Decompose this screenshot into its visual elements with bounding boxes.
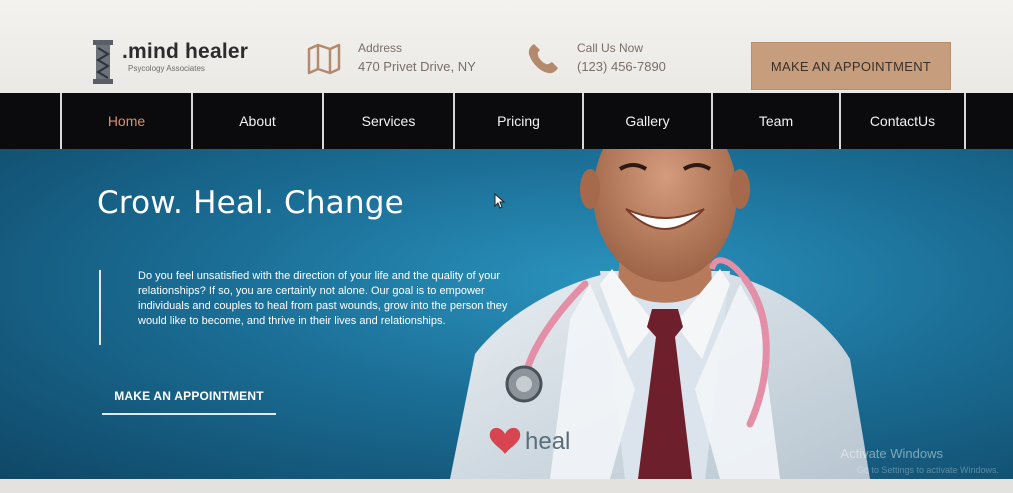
nav-divider [964,93,966,149]
hero-accent-bar [99,270,101,345]
call-value[interactable]: (123) 456-7890 [577,56,666,78]
hero-title: Crow. Heal. Change [97,185,404,221]
mouse-cursor-icon [494,193,506,209]
brand-name: .mind healer [122,40,249,63]
windows-watermark-sub: Go to Settings to activate Windows. [856,465,999,475]
nav-item-services[interactable]: Services [322,93,453,149]
nav-item-gallery[interactable]: Gallery [582,93,711,149]
coat-logo-text: heal [525,428,570,455]
nav-item-home[interactable]: Home [60,93,191,149]
nav-item-about[interactable]: About [191,93,322,149]
hero-appointment-button[interactable]: MAKE AN APPOINTMENT [102,389,276,415]
site-header: .mind healer Psycology Associates Addres… [0,0,1013,93]
map-icon [307,43,341,75]
phone-block: Call Us Now (123) 456-7890 [525,40,666,78]
header-appointment-button[interactable]: MAKE AN APPOINTMENT [751,42,951,90]
windows-watermark: Activate Windows [840,446,943,461]
hero-banner: heal Crow. Heal. Change Do you feel unsa… [0,149,1013,479]
address-value: 470 Privet Drive, NY [358,59,476,74]
address-label: Address [358,41,403,55]
page-bottom-strip [0,479,1013,493]
address-block: Address 470 Privet Drive, NY [306,40,476,78]
brand-logo[interactable]: .mind healer Psycology Associates [92,40,248,84]
main-nav: Home About Services Pricing Gallery Team… [0,93,1013,149]
phone-icon [528,44,558,74]
pillar-icon [93,40,113,84]
hero-description: Do you feel unsatisfied with the directi… [138,270,508,327]
call-label: Call Us Now [577,41,644,55]
nav-item-pricing[interactable]: Pricing [453,93,582,149]
nav-item-team[interactable]: Team [711,93,839,149]
nav-item-contactus[interactable]: ContactUs [839,93,964,149]
brand-tagline: Psycology Associates [128,64,205,73]
